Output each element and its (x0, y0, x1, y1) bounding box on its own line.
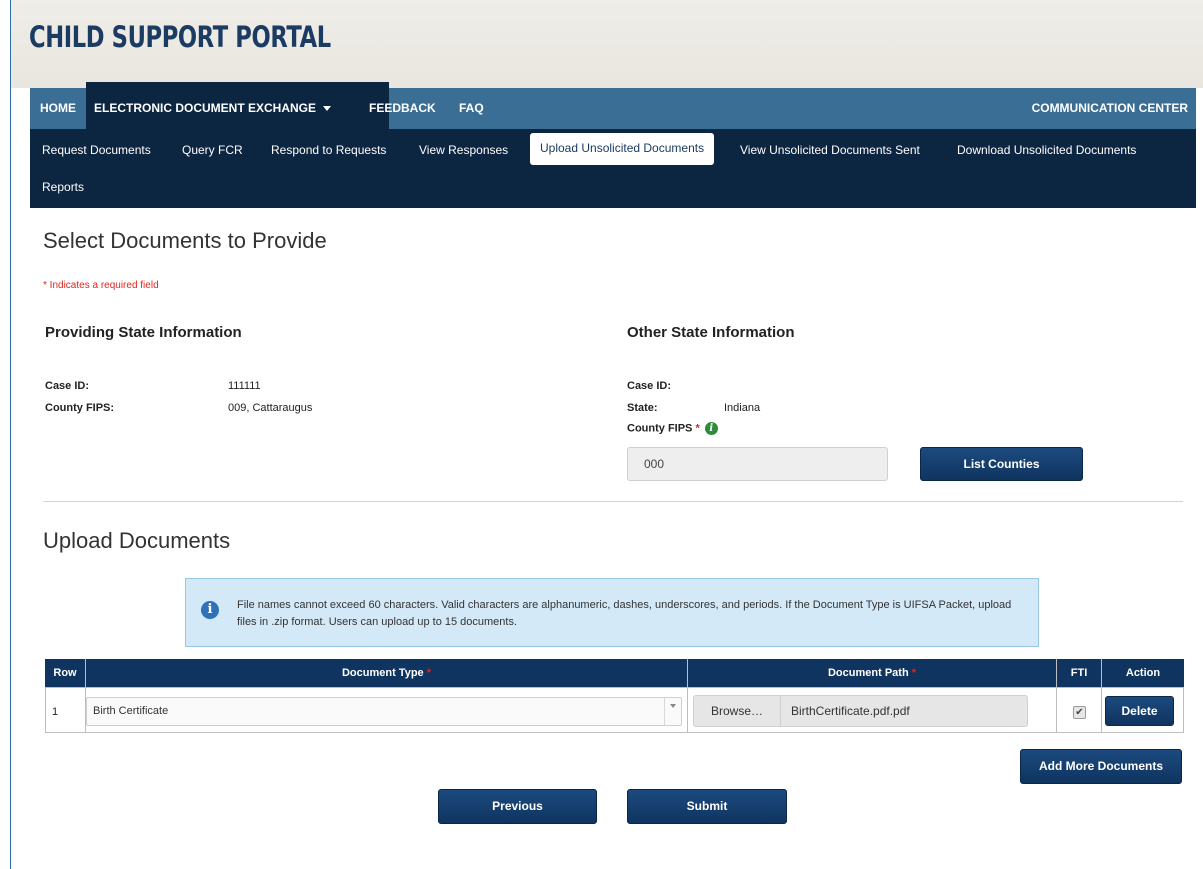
subnav-reports[interactable]: Reports (42, 172, 84, 203)
nav-faq[interactable]: FAQ (459, 88, 484, 129)
previous-button[interactable]: Previous (438, 789, 597, 824)
subnav-respond-to-requests[interactable]: Respond to Requests (271, 135, 386, 166)
info-icon[interactable]: i (704, 422, 718, 435)
providing-state-heading: Providing State Information (45, 324, 242, 341)
col-header-fti: FTI (1057, 659, 1101, 687)
site-title: CHILD SUPPORT PORTAL (29, 20, 331, 54)
col-header-document-path: Document Path * (688, 659, 1056, 687)
page-title: Select Documents to Provide (43, 228, 327, 253)
subnav-query-fcr[interactable]: Query FCR (182, 135, 243, 166)
subnav-view-responses[interactable]: View Responses (419, 135, 508, 166)
required-field-note: * Indicates a required field (43, 280, 159, 291)
providing-case-id-label: Case ID: (45, 380, 90, 392)
browse-button[interactable]: Browse… (693, 695, 781, 727)
column-divider (1056, 659, 1057, 733)
document-path-header-label: Document Path (827, 667, 909, 679)
chevron-down-icon (323, 106, 332, 112)
subnav-view-unsolicited-documents-sent[interactable]: View Unsolicited Documents Sent (740, 135, 920, 166)
other-state-value: Indiana (724, 402, 761, 414)
subnav-request-documents[interactable]: Request Documents (42, 135, 151, 166)
info-circle-icon: i (201, 601, 219, 619)
list-counties-button[interactable]: List Counties (920, 447, 1083, 481)
other-case-id-label: Case ID: (627, 380, 672, 392)
column-divider (1101, 659, 1102, 733)
required-marker: * (695, 422, 700, 435)
top-navigation: HOME ELECTRONIC DOCUMENT EXCHANGE FEEDBA… (30, 82, 1196, 129)
document-type-header-label: Document Type (341, 667, 424, 679)
subnav-upload-unsolicited-documents[interactable]: Upload Unsolicited Documents (530, 133, 715, 165)
document-path-field[interactable]: BirthCertificate.pdf.pdf (781, 695, 1028, 727)
section-divider (43, 501, 1183, 502)
providing-county-fips-value: 009, Cattaraugus (228, 402, 313, 414)
nav-communication-center[interactable]: COMMUNICATION CENTER (1032, 88, 1188, 129)
nav-feedback[interactable]: FEEDBACK (369, 88, 436, 129)
column-divider (687, 659, 688, 733)
upload-documents-heading: Upload Documents (43, 528, 231, 553)
dropdown-arrow-icon[interactable] (664, 698, 681, 725)
page-left-border (10, 0, 11, 869)
county-fips-input[interactable]: 000 (627, 447, 888, 481)
col-header-action: Action (1102, 659, 1184, 687)
other-county-fips-label: County FIPS (627, 422, 693, 435)
other-county-fips-label-group: County FIPS * i (627, 422, 718, 435)
other-state-heading: Other State Information (627, 324, 795, 341)
delete-button[interactable]: Delete (1105, 696, 1174, 726)
add-more-documents-button[interactable]: Add More Documents (1020, 749, 1182, 784)
submit-button[interactable]: Submit (627, 789, 787, 824)
providing-county-fips-label: County FIPS: (45, 402, 115, 414)
nav-electronic-document-exchange[interactable]: ELECTRONIC DOCUMENT EXCHANGE (86, 82, 389, 129)
fti-checkbox[interactable]: ✔ (1073, 706, 1086, 719)
providing-case-id-value: 111111 (228, 380, 261, 392)
other-state-label: State: (627, 402, 658, 414)
col-header-document-type: Document Type * (86, 659, 687, 687)
info-alert-text: File names cannot exceed 60 characters. … (237, 599, 1012, 628)
nav-home[interactable]: HOME (30, 88, 86, 129)
document-type-select[interactable]: Birth Certificate (86, 697, 682, 726)
subnav-download-unsolicited-documents[interactable]: Download Unsolicited Documents (957, 135, 1136, 166)
required-marker: * (426, 667, 432, 679)
sub-navigation: Request Documents Query FCR Respond to R… (30, 129, 1196, 208)
nav-ede-label: ELECTRONIC DOCUMENT EXCHANGE (94, 101, 317, 115)
row-number: 1 (52, 706, 59, 718)
required-marker: * (911, 667, 917, 679)
col-header-row: Row (45, 659, 85, 687)
